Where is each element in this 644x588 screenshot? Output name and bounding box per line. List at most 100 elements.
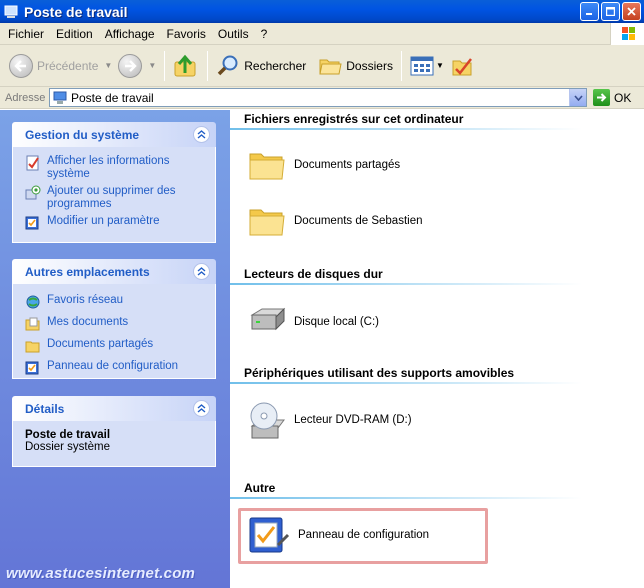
task-label: Afficher les informations système bbox=[47, 155, 170, 180]
details-panel: Détails Poste de travail Dossier système bbox=[12, 396, 216, 467]
address-label: Adresse bbox=[5, 91, 46, 104]
menu-outils[interactable]: Outils bbox=[212, 27, 255, 41]
panel-body: Favoris réseau Mes documents Documents p… bbox=[12, 284, 216, 379]
details-name: Poste de travail bbox=[25, 429, 111, 441]
details-header[interactable]: Détails bbox=[12, 396, 216, 421]
other-places-header[interactable]: Autres emplacements bbox=[12, 259, 216, 284]
item-dvd-drive[interactable]: Lecteur DVD-RAM (D:) bbox=[248, 398, 412, 442]
my-computer-icon bbox=[53, 91, 67, 105]
dvd-drive-icon bbox=[248, 398, 286, 442]
folders-label: Dossiers bbox=[346, 58, 393, 73]
network-icon bbox=[25, 294, 41, 310]
toolbar-separator bbox=[207, 50, 209, 81]
panel-title: Détails bbox=[25, 401, 65, 416]
my-computer-icon bbox=[4, 5, 18, 19]
toolbar-separator bbox=[164, 50, 166, 81]
dropdown-arrow-icon[interactable]: ▼ bbox=[148, 61, 156, 70]
back-label: Précédente bbox=[37, 58, 99, 73]
toolbar-separator bbox=[400, 50, 402, 81]
item-sebastien-documents[interactable]: Documents de Sebastien bbox=[248, 204, 423, 238]
other-places-panel: Autres emplacements Favoris réseau Mes d… bbox=[12, 259, 216, 379]
group-divider bbox=[230, 128, 644, 130]
windows-logo-icon bbox=[610, 23, 644, 45]
system-tasks-header[interactable]: Gestion du système bbox=[12, 122, 216, 147]
place-label: Panneau de configuration bbox=[47, 360, 179, 372]
documents-icon bbox=[25, 316, 41, 332]
up-folder-button[interactable] bbox=[170, 48, 202, 84]
group-divider bbox=[230, 283, 644, 285]
place-shared-documents[interactable]: Documents partagés bbox=[25, 338, 207, 354]
control-panel-icon bbox=[248, 515, 290, 555]
toolbar: Précédente ▼ ▼ Rechercher Dossiers ▼ bbox=[0, 45, 644, 87]
go-arrow-icon bbox=[593, 89, 610, 106]
system-info-icon bbox=[25, 155, 41, 171]
task-label: Modifier un paramètre bbox=[47, 215, 160, 227]
search-button[interactable]: Rechercher bbox=[213, 48, 309, 84]
place-my-documents[interactable]: Mes documents bbox=[25, 316, 207, 332]
place-label: Mes documents bbox=[47, 316, 129, 328]
maximize-button[interactable] bbox=[601, 2, 620, 21]
chevron-up-icon bbox=[197, 130, 206, 139]
control-panel-icon bbox=[25, 215, 41, 231]
window-title: Poste de travail bbox=[24, 3, 128, 20]
back-button[interactable]: Précédente ▼ bbox=[6, 48, 115, 84]
folders-button[interactable]: Dossiers bbox=[315, 48, 396, 84]
menu-edition[interactable]: Edition bbox=[50, 27, 99, 41]
item-label: Documents de Sebastien bbox=[294, 215, 423, 227]
panel-title: Autres emplacements bbox=[25, 264, 150, 279]
item-label: Documents partagés bbox=[294, 159, 401, 171]
dropdown-arrow-icon[interactable]: ▼ bbox=[436, 61, 444, 70]
close-button[interactable] bbox=[622, 2, 641, 21]
chevron-up-icon bbox=[197, 404, 206, 413]
title-bar: Poste de travail bbox=[0, 0, 644, 23]
address-field[interactable]: Poste de travail bbox=[49, 88, 587, 107]
views-button[interactable]: ▼ bbox=[407, 48, 447, 84]
menu-help[interactable]: ? bbox=[255, 27, 274, 41]
up-folder-icon bbox=[174, 54, 196, 76]
details-type: Dossier système bbox=[25, 441, 110, 453]
maximize-icon bbox=[606, 7, 615, 16]
add-remove-programs-icon bbox=[25, 185, 41, 201]
panel-body: Afficher les informations système Ajoute… bbox=[12, 147, 216, 243]
window-controls bbox=[580, 2, 641, 21]
collapse-button[interactable] bbox=[193, 126, 210, 143]
place-network[interactable]: Favoris réseau bbox=[25, 294, 207, 310]
folder-icon bbox=[248, 148, 286, 182]
minimize-button[interactable] bbox=[580, 2, 599, 21]
shared-folder-icon bbox=[25, 338, 41, 354]
group-header: Périphériques utilisant des supports amo… bbox=[244, 366, 515, 380]
item-control-panel[interactable]: Panneau de configuration bbox=[248, 515, 429, 555]
folders-icon bbox=[319, 59, 342, 74]
search-icon bbox=[217, 55, 238, 75]
control-panel-icon bbox=[25, 360, 41, 376]
go-label: OK bbox=[614, 90, 632, 105]
chevron-down-icon bbox=[573, 94, 583, 101]
item-shared-documents[interactable]: Documents partagés bbox=[248, 148, 400, 182]
sync-button[interactable] bbox=[447, 48, 477, 84]
collapse-button[interactable] bbox=[193, 263, 210, 280]
item-local-disk[interactable]: Disque local (C:) bbox=[248, 305, 379, 339]
menu-fichier[interactable]: Fichier bbox=[2, 27, 50, 41]
group-header: Autre bbox=[244, 481, 276, 495]
place-label: Favoris réseau bbox=[47, 294, 124, 306]
menu-favoris[interactable]: Favoris bbox=[161, 27, 212, 41]
task-modify-setting[interactable]: Modifier un paramètre bbox=[25, 215, 207, 231]
address-dropdown-button[interactable] bbox=[569, 89, 586, 106]
group-divider bbox=[230, 382, 644, 384]
go-button[interactable]: OK bbox=[593, 89, 631, 106]
place-control-panel[interactable]: Panneau de configuration bbox=[25, 360, 207, 376]
panel-title: Gestion du système bbox=[25, 127, 140, 142]
folder-icon bbox=[248, 204, 286, 238]
forward-arrow-icon bbox=[118, 53, 143, 78]
group-divider bbox=[230, 497, 644, 499]
address-bar: Adresse Poste de travail OK bbox=[0, 87, 644, 109]
task-add-remove-programs[interactable]: Ajouter ou supprimer des programmes bbox=[25, 185, 207, 211]
forward-button[interactable]: ▼ bbox=[115, 48, 159, 84]
collapse-button[interactable] bbox=[193, 400, 210, 417]
place-label: Documents partagés bbox=[47, 338, 154, 350]
dropdown-arrow-icon[interactable]: ▼ bbox=[104, 61, 112, 70]
group-header: Lecteurs de disques dur bbox=[244, 267, 383, 281]
menu-affichage[interactable]: Affichage bbox=[99, 27, 161, 41]
group-header: Fichiers enregistrés sur cet ordinateur bbox=[244, 112, 464, 126]
task-system-info[interactable]: Afficher les informations système bbox=[25, 155, 207, 181]
